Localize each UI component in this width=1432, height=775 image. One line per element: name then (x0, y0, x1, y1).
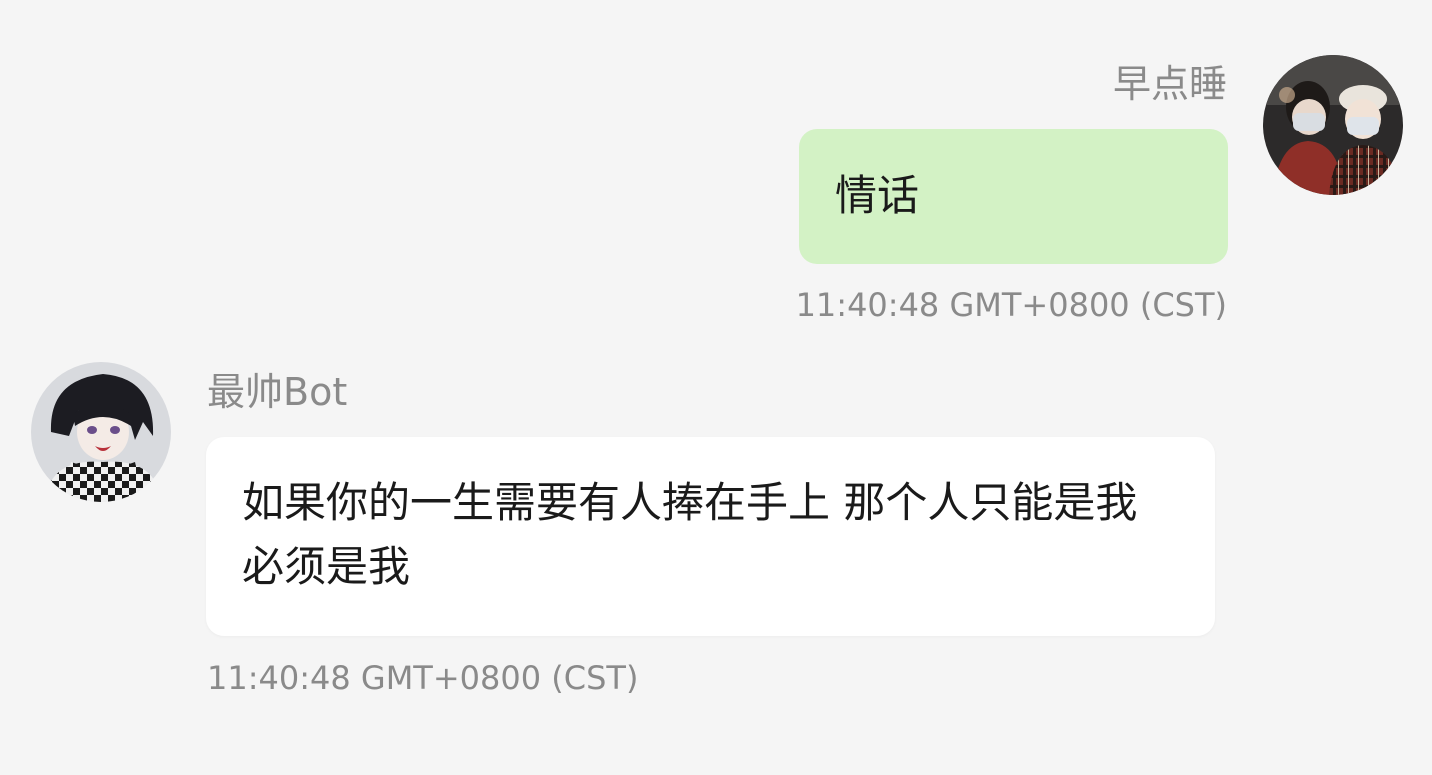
message-bubble-outgoing[interactable]: 情话 (799, 129, 1228, 264)
sender-name: 早点睡 (1112, 62, 1227, 106)
message-text: 如果你的一生需要有人捧在手上 那个人只能是我 必须是我 (242, 478, 1138, 591)
message-timestamp: 11:40:48 GMT+0800 (CST) (795, 286, 1227, 324)
message-timestamp: 11:40:48 GMT+0800 (CST) (207, 659, 639, 697)
message-bubble-incoming[interactable]: 如果你的一生需要有人捧在手上 那个人只能是我 必须是我 (206, 437, 1215, 636)
bot-avatar-image (31, 362, 171, 502)
bot-avatar[interactable] (31, 362, 171, 502)
sender-name: 最帅Bot (207, 370, 348, 414)
user-avatar-image (1263, 55, 1403, 195)
message-text: 情话 (835, 171, 920, 221)
user-avatar[interactable] (1263, 55, 1403, 195)
